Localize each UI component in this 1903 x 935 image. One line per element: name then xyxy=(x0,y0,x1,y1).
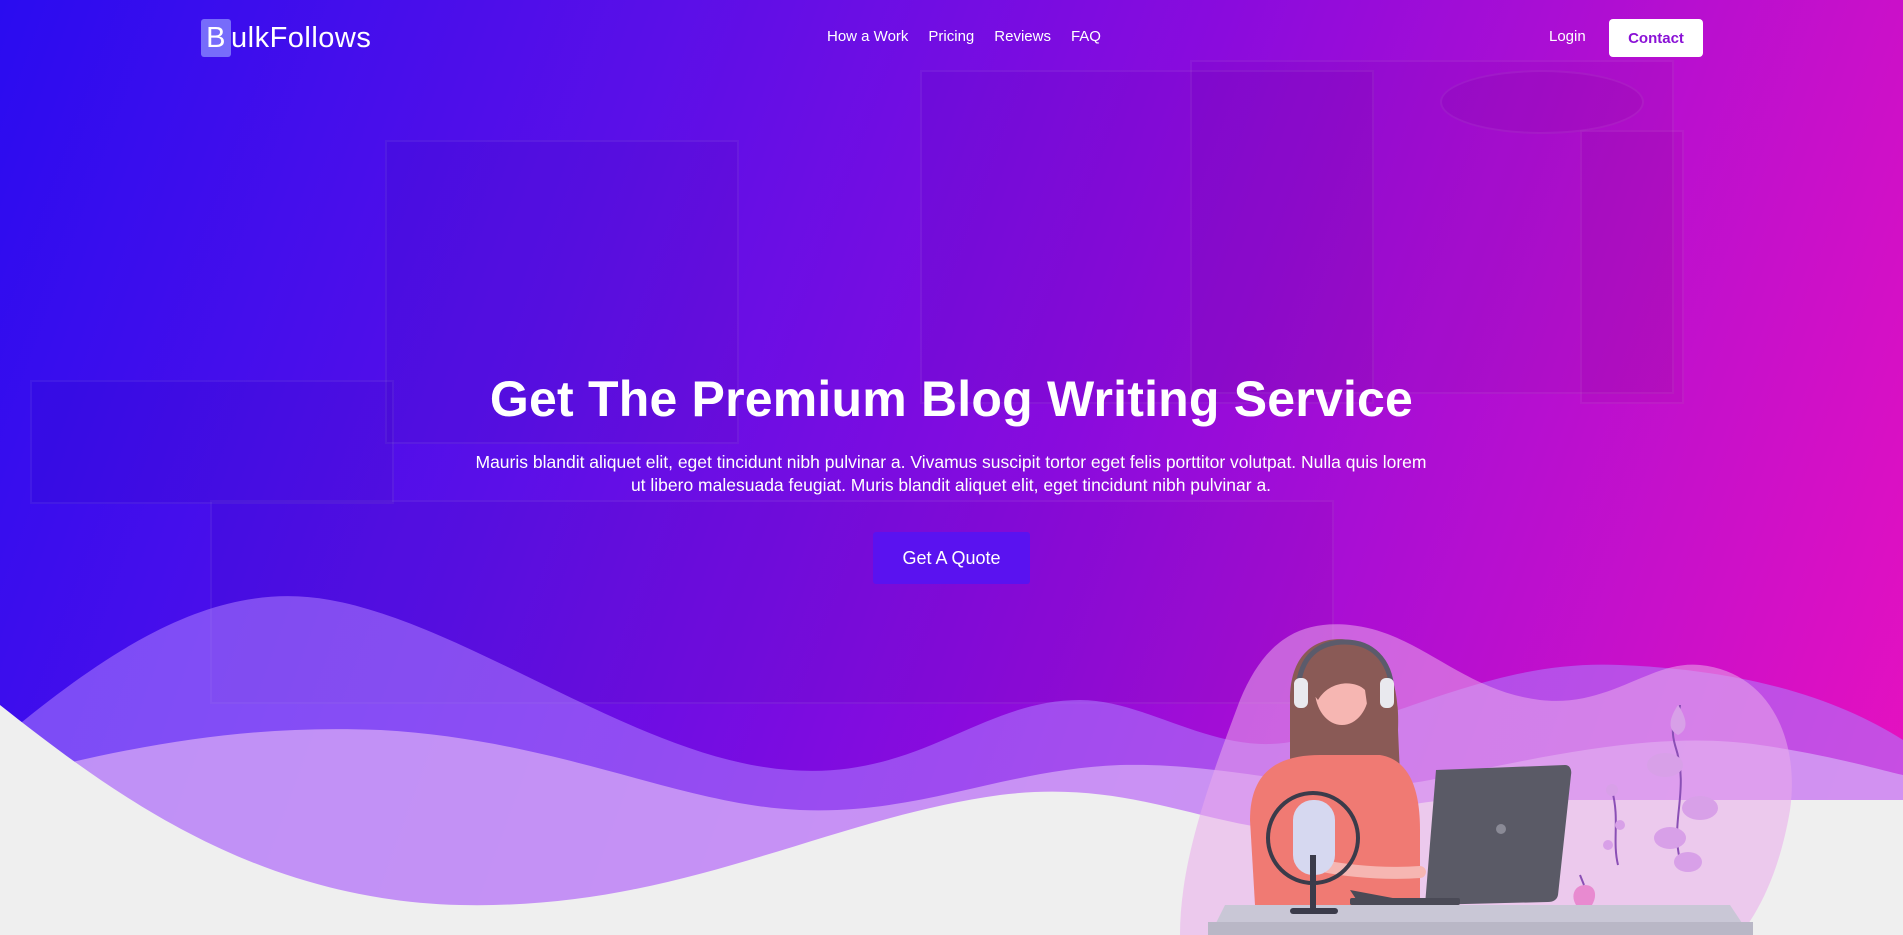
nav-link-reviews[interactable]: Reviews xyxy=(994,28,1051,45)
hero-section: B ulkFollows How a Work Pricing Reviews … xyxy=(0,0,1903,935)
hero-headline: Get The Premium Blog Writing Service xyxy=(489,371,1414,427)
brand-logo[interactable]: B ulkFollows xyxy=(201,18,371,58)
logo-text: ulkFollows xyxy=(231,21,372,54)
nav-link-pricing[interactable]: Pricing xyxy=(928,28,974,45)
desk-top xyxy=(1208,922,1753,935)
logo-initial: B xyxy=(201,19,231,57)
login-link[interactable]: Login xyxy=(1549,28,1586,45)
hero-subtext: Mauris blandit aliquet elit, eget tincid… xyxy=(475,452,1427,495)
get-a-quote-button[interactable]: Get A Quote xyxy=(873,532,1030,584)
main-menu: How a Work Pricing Reviews FAQ xyxy=(827,28,1101,45)
nav-link-faq[interactable]: FAQ xyxy=(1071,28,1101,45)
top-navbar: B ulkFollows How a Work Pricing Reviews … xyxy=(0,0,1903,78)
nav-link-how-a-work[interactable]: How a Work xyxy=(827,28,908,45)
contact-button[interactable]: Contact xyxy=(1609,19,1703,57)
